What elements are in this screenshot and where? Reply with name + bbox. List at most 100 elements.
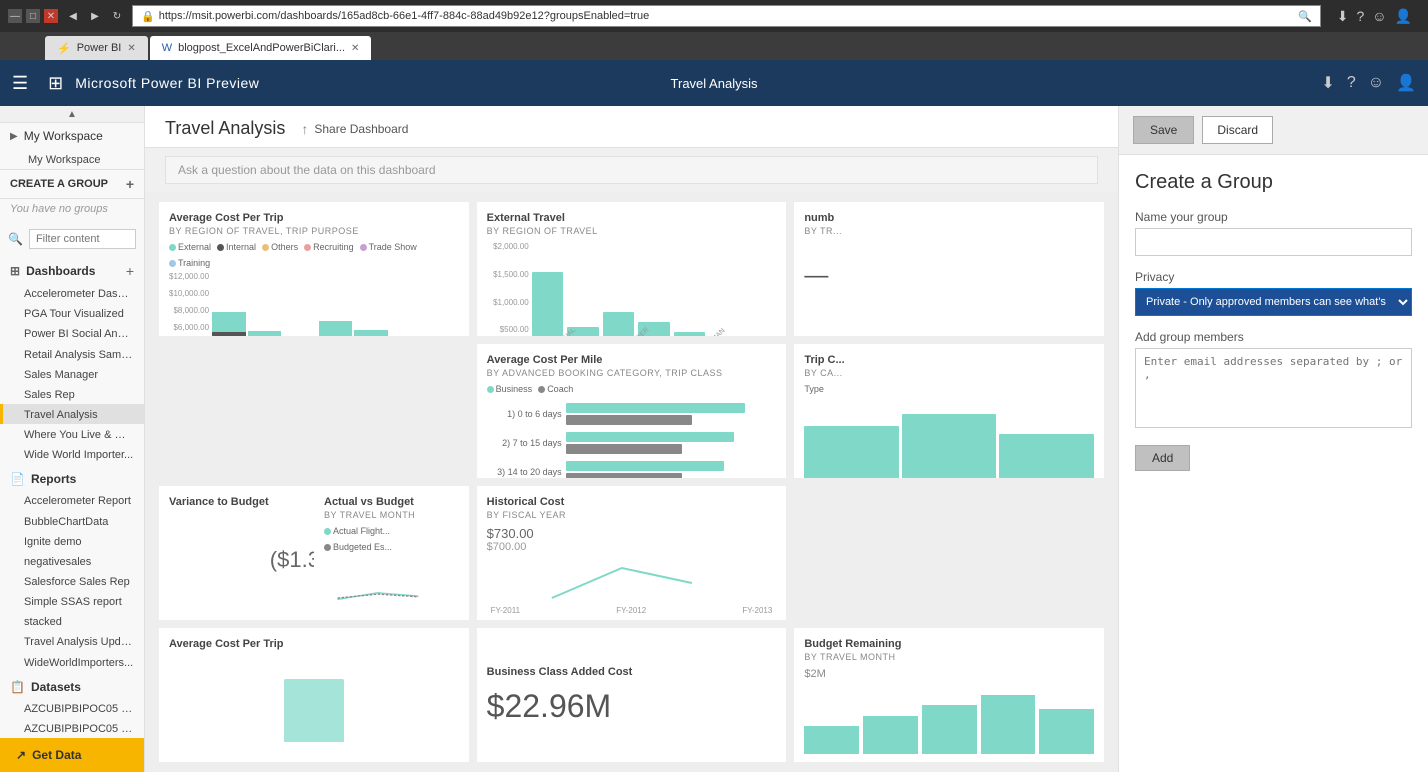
tile-avb-title: Actual vs Budget	[324, 496, 459, 508]
act2-chart	[169, 652, 459, 742]
download-header-icon[interactable]: ⬇	[1321, 73, 1334, 93]
tile-avb-subtitle: BY TRAVEL MONTH	[324, 510, 459, 520]
address-bar[interactable]: 🔒 https://msit.powerbi.com/dashboards/16…	[132, 5, 1321, 27]
tile-hist-subtitle: BY FISCAL YEAR	[487, 510, 777, 520]
tile-ext-subtitle: BY REGION OF TRAVEL	[487, 226, 777, 236]
search-icon: 🔍	[8, 232, 23, 246]
grid-icon[interactable]: ⊞	[48, 73, 63, 94]
tile-actual-vs-budget[interactable]: Actual vs Budget BY TRAVEL MONTH Actual …	[314, 486, 469, 620]
maximize-button[interactable]: □	[26, 9, 40, 23]
sidebar-item-wide-world[interactable]: Wide World Importer...	[0, 444, 144, 464]
tile-act2-title: Average Cost Per Trip	[169, 638, 459, 650]
datasets-section-header: 📋 Datasets	[0, 672, 144, 698]
share-dashboard-button[interactable]: ↑ Share Dashboard	[301, 121, 408, 137]
tile-historical-cost[interactable]: Historical Cost BY FISCAL YEAR $730.00 $…	[477, 486, 787, 620]
external-travel-chart: $2,000.00$1,500.00$1,000.00$500.00$0	[487, 242, 777, 336]
tile-biz-title: Business Class Added Cost	[487, 666, 633, 678]
add-members-textarea[interactable]	[1135, 348, 1412, 428]
tile-hist-title: Historical Cost	[487, 496, 777, 508]
save-button[interactable]: Save	[1133, 116, 1194, 144]
tab-close-icon[interactable]: ✕	[127, 43, 135, 54]
sidebar-item-pga[interactable]: PGA Tour Visualized	[0, 303, 144, 323]
tile-variance-title: Variance to Budget	[169, 496, 269, 508]
group-name-input[interactable]	[1135, 228, 1412, 256]
download-icon[interactable]: ⬇	[1337, 8, 1349, 25]
help-icon[interactable]: ?	[1356, 8, 1364, 24]
smiley-icon[interactable]: ☺	[1372, 8, 1386, 24]
smiley-header-icon[interactable]: ☺	[1368, 74, 1384, 92]
sidebar-item-stacked[interactable]: stacked	[0, 611, 144, 631]
tab-blogpost[interactable]: W blogpost_ExcelAndPowerBiClari... ✕	[150, 36, 372, 60]
sidebar-item-ssas[interactable]: Simple SSAS report	[0, 591, 144, 611]
tile-avg-cost-title: Average Cost Per Trip	[169, 212, 459, 224]
tile-avg-cost-per-trip[interactable]: Average Cost Per Trip BY REGION OF TRAVE…	[159, 202, 469, 336]
sidebar-scroll-up[interactable]: ▲	[0, 106, 144, 123]
sidebar-item-salesforce[interactable]: Salesforce Sales Rep	[0, 571, 144, 591]
sidebar-item-ignite[interactable]: Ignite demo	[0, 531, 144, 551]
main-layout: ▲ ▶ My Workspace My Workspace CREATE A G…	[0, 106, 1428, 772]
user-header-icon[interactable]: 👤	[1396, 73, 1416, 93]
sidebar-filter[interactable]: 🔍	[0, 223, 144, 255]
sidebar-item-travel-analysis-update[interactable]: Travel Analysis Updat...	[0, 631, 144, 651]
reports-label: Reports	[31, 472, 76, 486]
sidebar-item-sales-rep[interactable]: Sales Rep	[0, 384, 144, 404]
privacy-select[interactable]: Private - Only approved members can see …	[1135, 288, 1412, 316]
get-data-button[interactable]: ↗ Get Data	[0, 738, 144, 772]
dashboards-label: Dashboards	[26, 264, 95, 278]
tile-avg-cost-per-mile[interactable]: Average Cost Per Mile BY ADVANCED BOOKIN…	[477, 344, 787, 478]
sidebar-item-retail[interactable]: Retail Analysis Sample	[0, 344, 144, 364]
hist-value2: $700.00	[487, 541, 777, 553]
sidebar-create-group[interactable]: CREATE A GROUP +	[0, 169, 144, 199]
avg-cost-per-mile-chart: 1) 0 to 6 days 2) 7 to 15 days	[487, 398, 777, 478]
sidebar-my-workspace-item[interactable]: My Workspace	[0, 149, 144, 169]
tile-external-travel[interactable]: External Travel BY REGION OF TRAVEL $2,0…	[477, 202, 787, 336]
sidebar-item-my-workspace[interactable]: ▶ My Workspace	[0, 123, 144, 149]
add-dashboard-icon[interactable]: +	[126, 263, 134, 279]
create-group-title: Create a Group	[1135, 171, 1412, 194]
tile-trip-cost-type[interactable]: Trip C... BY CA... Type 120100	[794, 344, 1104, 478]
tile-number[interactable]: numb BY TR... —	[794, 202, 1104, 336]
help-header-icon[interactable]: ?	[1347, 74, 1356, 92]
back-button[interactable]: ◀	[66, 9, 80, 23]
avb-chart	[324, 556, 459, 616]
tile-mile-subtitle: BY ADVANCED BOOKING CATEGORY, TRIP CLASS	[487, 368, 777, 378]
sidebar-item-accelerometer-dash[interactable]: Accelerometer Dashb...	[0, 283, 144, 303]
create-group-panel: Create a Group Name your group Privacy P…	[1119, 155, 1428, 487]
sidebar-item-negativesales[interactable]: negativesales	[0, 551, 144, 571]
forward-button[interactable]: ▶	[88, 9, 102, 23]
filter-input[interactable]	[29, 229, 136, 249]
sidebar-item-dataset1[interactable]: AZCUBIPBIPOC05 - A...	[0, 698, 144, 718]
sidebar-item-dataset2[interactable]: AZCUBIPBIPOC05 - A...	[0, 718, 144, 738]
number-value: —	[804, 242, 1094, 310]
hamburger-icon[interactable]: ☰	[12, 73, 28, 94]
refresh-button[interactable]: ↻	[110, 9, 124, 23]
add-button[interactable]: Add	[1135, 445, 1190, 471]
page-title-header: Travel Analysis	[671, 76, 758, 91]
tile-business-class[interactable]: Business Class Added Cost $22.96M	[477, 628, 787, 762]
question-bar[interactable]: Ask a question about the data on this da…	[165, 156, 1098, 184]
dashboard-title: Travel Analysis	[165, 118, 285, 139]
tab-close-icon-2[interactable]: ✕	[351, 43, 359, 54]
user-icon[interactable]: 👤	[1395, 8, 1412, 25]
sidebar-item-accelerometer-report[interactable]: Accelerometer Report	[0, 490, 144, 510]
lock-icon: 🔒	[141, 10, 155, 23]
main-content: Travel Analysis ↑ Share Dashboard Ask a …	[145, 106, 1118, 772]
sidebar-item-powerbi-social[interactable]: Power BI Social Analyt...	[0, 323, 144, 343]
close-button[interactable]: ✕	[44, 9, 58, 23]
tab-powerbi[interactable]: ⚡ Power BI ✕	[45, 36, 148, 60]
minimize-button[interactable]: —	[8, 9, 22, 23]
sidebar-item-bubble[interactable]: BubbleChartData	[0, 511, 144, 531]
budget-value-label: $2M	[804, 668, 1094, 680]
sidebar-item-sales-manager[interactable]: Sales Manager	[0, 364, 144, 384]
discard-button[interactable]: Discard	[1202, 116, 1273, 144]
search-icon: 🔍	[1298, 10, 1312, 23]
sidebar-item-where-you-live[interactable]: Where You Live & Wh...	[0, 424, 144, 444]
tile-ext-title: External Travel	[487, 212, 777, 224]
sidebar-item-travel-analysis[interactable]: Travel Analysis	[0, 404, 144, 424]
tile-avg-cost-trip2[interactable]: Average Cost Per Trip	[159, 628, 469, 762]
create-group-plus-icon[interactable]: +	[126, 176, 134, 192]
sidebar-item-wide-world-importers[interactable]: WideWorldImporters...	[0, 652, 144, 672]
browser-right-icons: ⬇ ? ☺ 👤	[1329, 8, 1420, 25]
tile-budget-remaining[interactable]: Budget Remaining BY TRAVEL MONTH $2M	[794, 628, 1104, 762]
tile-num-subtitle: BY TR...	[804, 226, 1094, 236]
